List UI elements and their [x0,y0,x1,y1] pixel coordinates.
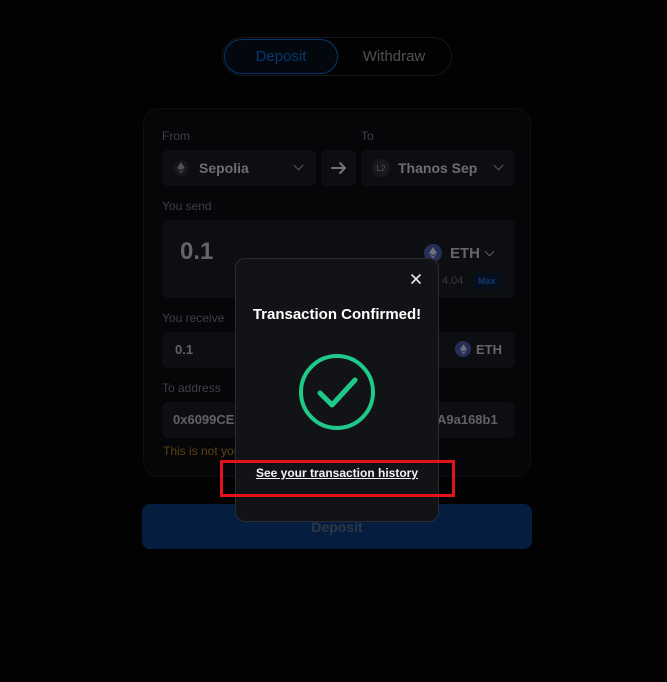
check-circle-icon [299,354,375,430]
highlight-box [220,460,455,497]
modal-title: Transaction Confirmed! [252,306,422,323]
close-icon[interactable] [409,272,423,286]
